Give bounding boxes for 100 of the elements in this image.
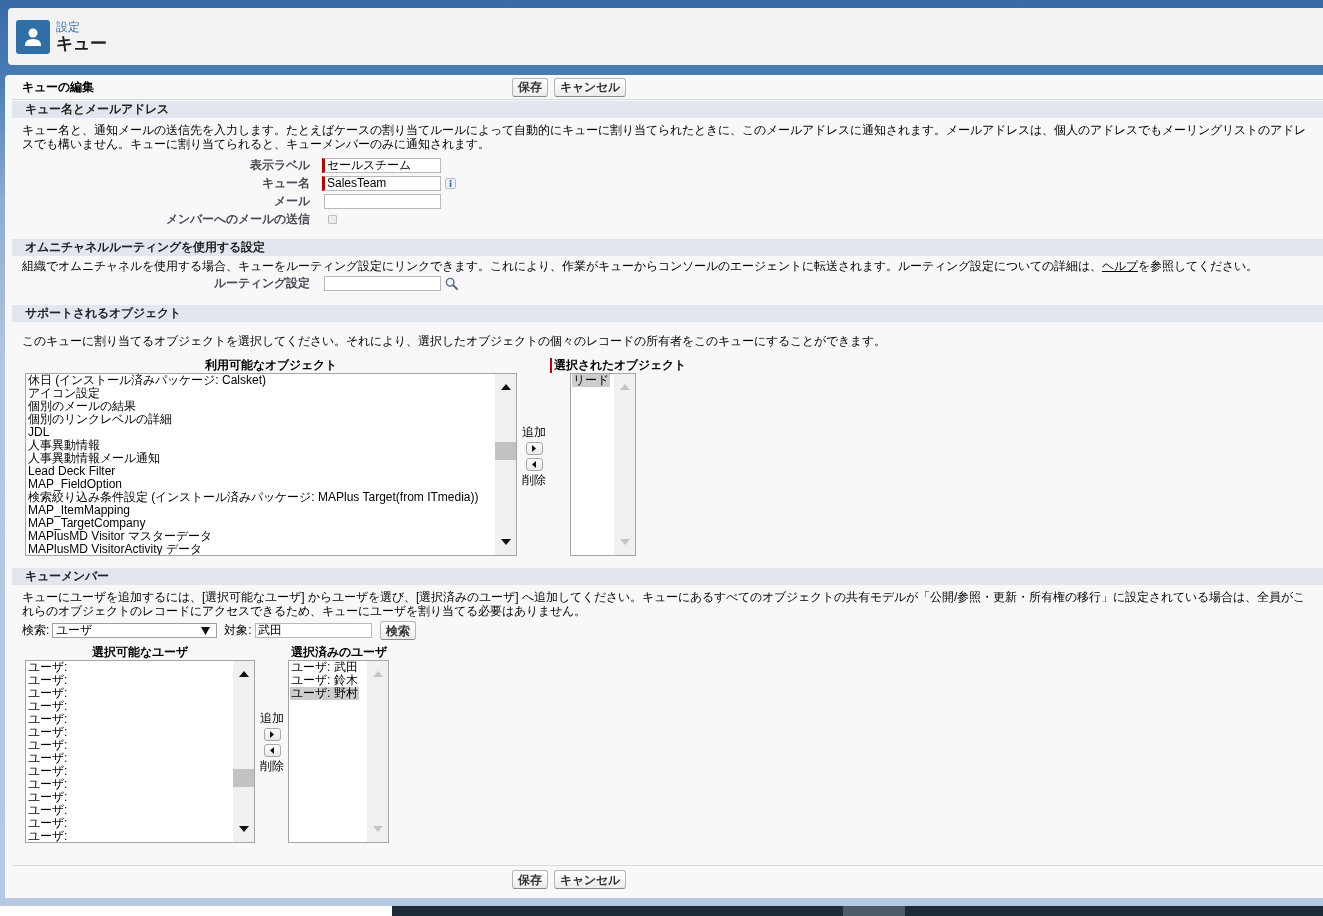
save-button[interactable]: 保存 — [512, 77, 548, 97]
list-heading: 選択可能なユーザ — [92, 645, 188, 660]
available-list-box[interactable] — [25, 373, 517, 556]
right-triangle-icon — [270, 731, 274, 738]
list-item[interactable]: MAP_ItemMapping — [27, 504, 132, 517]
search-icon[interactable] — [445, 276, 458, 290]
list-item[interactable]: MAPlusMD VisitorActivity データ — [27, 543, 203, 555]
down-triangle-icon — [619, 539, 630, 545]
list-item[interactable]: ユーザ: — [27, 700, 69, 713]
field-label: メール — [274, 192, 310, 210]
list-item[interactable]: 個別のメールの結果 — [27, 400, 137, 413]
list-item[interactable]: 人事異動情報 — [27, 439, 101, 452]
right-triangle-icon — [532, 445, 536, 452]
chosen-list-box[interactable]: ユーザ: 武田 ユーザ: 鈴木 ユーザ: 野村 — [288, 660, 389, 843]
list-item[interactable]: ユーザ: 武田 — [290, 661, 359, 674]
list-item[interactable]: ユーザ: — [27, 765, 69, 778]
section-description: キューにユーザを追加するには、[選択可能なユーザ] からユーザを選び、[選択済みのユーザ] へ追加してください。キューにあるすべてのオブジェクトの共有モデルが「公開/参照・更新・所有権の移行」に設定されている場合は、全員がこれらのオブジェクトのレコードにアクセスできるため、キューにユーザを割り当てる必要はありません。 — [22, 590, 1307, 618]
text-field[interactable] — [324, 193, 441, 209]
scrollbar-thumb[interactable] — [233, 769, 254, 787]
list-item[interactable]: ユーザ: 鈴木 — [290, 674, 359, 687]
down-triangle-icon — [238, 826, 249, 832]
person-icon — [16, 19, 50, 54]
checkbox[interactable] — [328, 214, 337, 224]
list-item[interactable]: 休日 (インストール済みパッケージ: Calsket) — [27, 374, 267, 387]
list-item[interactable]: 人事異動情報メール通知 — [27, 452, 161, 465]
dropdown-triangle-icon — [201, 626, 211, 635]
text-field[interactable]: セールスチーム — [322, 157, 441, 173]
field-label: キュー名 — [262, 174, 310, 192]
edit-title: キューの編集 — [22, 78, 94, 96]
add-label: 追加 — [260, 712, 284, 725]
section-description: キュー名と、通知メールの送信先を入力します。たとえばケースの割り当てルールによって自動的にキューに割り当てられたときに、このメールアドレスに通知されます。メールアドレスは、個人のアドレスでもメーリングリストのアドレスでも構いません。キューに割り当てられると、キューメンバーのみに通知されます。 — [22, 123, 1307, 151]
cancel-button[interactable]: キャンセル — [554, 870, 626, 889]
up-triangle-icon — [500, 384, 511, 390]
list-item[interactable]: ユーザ: — [27, 752, 69, 765]
page-title: キュー — [56, 33, 107, 54]
section-header: キューメンバー — [12, 568, 1323, 585]
list-item[interactable]: ユーザ: — [27, 726, 69, 739]
list-item[interactable]: 個別のリンクレベルの詳細 — [27, 413, 173, 426]
field-label: メンバーへのメールの送信 — [166, 210, 310, 228]
scrollbar-thumb[interactable] — [495, 442, 516, 460]
section-header: オムニチャネルルーティングを使用する設定 — [12, 239, 1323, 256]
lookup-field[interactable] — [324, 275, 441, 291]
text-field[interactable]: SalesTeam — [322, 175, 441, 191]
list-item[interactable]: ユーザ: — [27, 804, 69, 817]
list-item[interactable]: ユーザ: 野村 — [290, 687, 359, 700]
remove-label: 削除 — [522, 474, 546, 487]
up-triangle-icon — [238, 671, 249, 677]
remove-label: 削除 — [260, 760, 284, 773]
list-item[interactable]: ユーザ: — [27, 661, 69, 674]
help-link[interactable]: ヘルプ — [1102, 259, 1138, 273]
section-header: サポートされるオブジェクト — [12, 305, 1323, 322]
list-item[interactable]: ユーザ: — [27, 830, 69, 842]
section-description: 組織でオムニチャネルを使用する場合、キューをルーティング設定にリンクできます。これにより、作業がキューからコンソールのエージェントに転送されます。ルーティング設定についての詳細は、ヘルプを参照してください。 — [22, 259, 1259, 273]
left-triangle-icon — [270, 747, 274, 754]
list-item[interactable]: ユーザ: — [27, 817, 69, 830]
list-item[interactable]: ユーザ: — [27, 713, 69, 726]
down-triangle-icon — [500, 539, 511, 545]
add-label: 追加 — [522, 426, 546, 439]
list-item[interactable]: ユーザ: — [27, 778, 69, 791]
search-button[interactable]: 検索 — [379, 621, 416, 640]
list-item[interactable]: ユーザ: — [27, 687, 69, 700]
list-item[interactable]: アイコン設定 — [27, 387, 101, 400]
available-list-box[interactable]: ユーザ: ユーザ: ユーザ: ユーザ: ユーザ: ユーザ: ユーザ: ユーザ: ユーザ: ユーザ: ユーザ: ユーザ: ユーザ: ユーザ: — [25, 660, 255, 843]
up-triangle-icon — [372, 671, 383, 677]
list-item[interactable]: JDL — [27, 426, 51, 439]
list-item[interactable]: リード — [572, 374, 610, 387]
up-triangle-icon — [619, 384, 630, 390]
breadcrumb-link[interactable]: 設定 — [56, 19, 80, 34]
scrollbar[interactable] — [495, 374, 516, 555]
list-heading: 選択済みのユーザ — [290, 645, 387, 660]
scrollbar[interactable] — [367, 661, 388, 842]
list-item[interactable]: Lead Deck Filter — [27, 465, 117, 478]
save-button[interactable]: 保存 — [512, 870, 548, 889]
list-item[interactable]: ユーザ: — [27, 739, 69, 752]
target-label: 対象: — [224, 622, 252, 639]
section-description: このキューに割り当てるオブジェクトを選択してください。それにより、選択したオブジェクトの個々のレコードの所有者をこのキューにすることができます。 — [22, 334, 887, 348]
list-item[interactable]: MAPlusMD Visitor マスターデータ — [27, 530, 213, 543]
list-item[interactable]: MAP_TargetCompany — [27, 517, 147, 530]
chosen-list-box[interactable]: リード — [570, 373, 636, 556]
section-header: キュー名とメールアドレス — [12, 101, 1323, 118]
search-label: 検索: — [22, 622, 50, 639]
scrollbar[interactable] — [614, 374, 635, 555]
field-label: 表示ラベル — [250, 156, 310, 174]
add-arrow-button[interactable] — [525, 442, 543, 455]
target-field[interactable]: 武田 — [254, 623, 372, 638]
left-triangle-icon — [532, 461, 536, 468]
list-item[interactable]: ユーザ: — [27, 674, 69, 687]
remove-arrow-button[interactable] — [263, 744, 281, 757]
list-item[interactable]: ユーザ: — [27, 791, 69, 804]
list-item[interactable]: MAP_FieldOption — [27, 478, 124, 491]
list-heading: 利用可能なオブジェクト — [205, 358, 337, 373]
field-label: ルーティング設定 — [214, 274, 310, 292]
down-triangle-icon — [372, 826, 383, 832]
remove-arrow-button[interactable] — [525, 458, 543, 471]
list-item[interactable]: 検索絞り込み条件設定 (インストール済みパッケージ: MAPlus Target(from ITmedia)) — [27, 491, 480, 504]
taskbar-button[interactable] — [843, 906, 905, 916]
cancel-button[interactable]: キャンセル — [554, 77, 626, 97]
scrollbar[interactable] — [233, 661, 254, 842]
search-type-select[interactable]: ユーザ — [52, 623, 218, 638]
add-arrow-button[interactable] — [263, 728, 281, 741]
